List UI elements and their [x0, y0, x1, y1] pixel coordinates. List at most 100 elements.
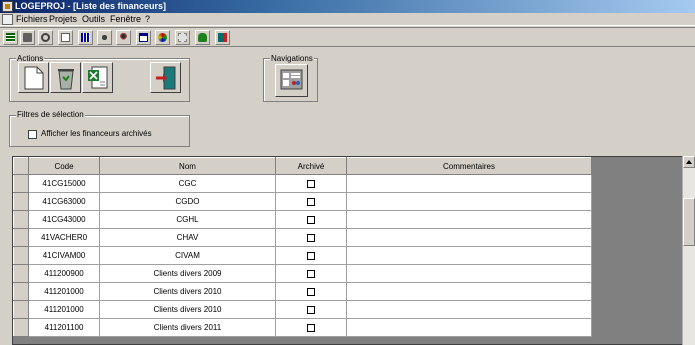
- table-row[interactable]: 41CG15000 CGC: [13, 174, 592, 193]
- cell-archive[interactable]: [275, 246, 347, 265]
- cell-nom[interactable]: CGC: [99, 174, 276, 193]
- cell-code[interactable]: 411201000: [28, 282, 100, 301]
- column-header-commentaires[interactable]: Commentaires: [346, 157, 592, 175]
- menu-outils[interactable]: Outils: [82, 14, 105, 25]
- exit-button[interactable]: [150, 62, 181, 93]
- table-row[interactable]: 41CG63000 CGDO: [13, 192, 592, 211]
- doc-icon[interactable]: [58, 30, 73, 45]
- row-selector[interactable]: [13, 300, 29, 319]
- document-menu-icon[interactable]: [2, 14, 13, 25]
- show-archived-checkbox[interactable]: [28, 130, 37, 139]
- cell-nom[interactable]: Clients divers 2010: [99, 300, 276, 319]
- cell-commentaires[interactable]: [346, 300, 592, 319]
- archive-checkbox[interactable]: [307, 287, 315, 296]
- cell-archive[interactable]: [275, 264, 347, 283]
- cell-nom[interactable]: CGDO: [99, 192, 276, 211]
- cell-code[interactable]: 41CG63000: [28, 192, 100, 211]
- column-header-archive[interactable]: Archivé: [275, 157, 347, 175]
- cell-archive[interactable]: [275, 210, 347, 229]
- gear-icon[interactable]: [38, 30, 53, 45]
- table-row[interactable]: 411201000 Clients divers 2010: [13, 300, 592, 319]
- menu-help[interactable]: ?: [145, 14, 150, 25]
- cell-commentaires[interactable]: [346, 192, 592, 211]
- menu-fichiers[interactable]: Fichiers: [16, 14, 48, 25]
- trash-icon: [58, 69, 74, 90]
- table-row[interactable]: 41VACHER0 CHAV: [13, 228, 592, 247]
- app-icon[interactable]: [2, 1, 13, 12]
- cell-nom[interactable]: CIVAM: [99, 246, 276, 265]
- book-icon[interactable]: [20, 30, 35, 45]
- cell-commentaires[interactable]: [346, 210, 592, 229]
- row-selector[interactable]: [13, 318, 29, 337]
- table-row[interactable]: 411201000 Clients divers 2010: [13, 282, 592, 301]
- cell-commentaires[interactable]: [346, 174, 592, 193]
- cell-nom[interactable]: Clients divers 2009: [99, 264, 276, 283]
- archive-checkbox[interactable]: [307, 323, 315, 332]
- row-selector[interactable]: [13, 174, 29, 193]
- cell-archive[interactable]: [275, 282, 347, 301]
- archive-checkbox[interactable]: [307, 233, 315, 242]
- cell-nom[interactable]: Clients divers 2011: [99, 318, 276, 337]
- archive-checkbox[interactable]: [307, 197, 315, 206]
- navigation-button[interactable]: [275, 64, 308, 97]
- cell-archive[interactable]: [275, 228, 347, 247]
- cell-nom[interactable]: Clients divers 2010: [99, 282, 276, 301]
- cell-code[interactable]: 41CG15000: [28, 174, 100, 193]
- row-selector[interactable]: [13, 228, 29, 247]
- new-button[interactable]: [18, 62, 49, 93]
- title-bar[interactable]: LOGEPROJ - [Liste des financeurs]: [0, 0, 695, 13]
- person-icon[interactable]: [116, 30, 131, 45]
- row-selector[interactable]: [13, 192, 29, 211]
- cell-commentaires[interactable]: [346, 246, 592, 265]
- archive-checkbox[interactable]: [307, 269, 315, 278]
- table-row[interactable]: 411201100 Clients divers 2011: [13, 318, 592, 337]
- archive-checkbox[interactable]: [307, 305, 315, 314]
- menu-fenetre[interactable]: Fenêtre: [110, 14, 141, 25]
- cell-code[interactable]: 41VACHER0: [28, 228, 100, 247]
- cell-nom[interactable]: CGHL: [99, 210, 276, 229]
- new-document-icon: [24, 66, 44, 90]
- archive-checkbox[interactable]: [307, 215, 315, 224]
- vertical-scrollbar[interactable]: [682, 156, 695, 345]
- recycle-icon[interactable]: [175, 30, 190, 45]
- cell-code[interactable]: 41CIVAM00: [28, 246, 100, 265]
- cell-archive[interactable]: [275, 300, 347, 319]
- cell-archive[interactable]: [275, 174, 347, 193]
- row-selector[interactable]: [13, 210, 29, 229]
- exit-icon[interactable]: [215, 30, 230, 45]
- row-selector[interactable]: [13, 282, 29, 301]
- delete-button[interactable]: [50, 62, 81, 93]
- calendar-icon[interactable]: [136, 30, 151, 45]
- grid-icon[interactable]: [78, 30, 93, 45]
- cell-archive[interactable]: [275, 192, 347, 211]
- cell-commentaires[interactable]: [346, 264, 592, 283]
- cell-commentaires[interactable]: [346, 318, 592, 337]
- cell-code[interactable]: 411200900: [28, 264, 100, 283]
- cell-commentaires[interactable]: [346, 228, 592, 247]
- column-header-code[interactable]: Code: [28, 157, 100, 175]
- cell-code[interactable]: 411201100: [28, 318, 100, 337]
- palette-icon[interactable]: [155, 30, 170, 45]
- cell-commentaires[interactable]: [346, 282, 592, 301]
- financeurs-table: Code Nom Archivé Commentaires 41CG15000 C…: [12, 156, 695, 345]
- cell-nom[interactable]: CHAV: [99, 228, 276, 247]
- excel-export-button[interactable]: [82, 62, 113, 93]
- exit-door-icon: [156, 66, 176, 90]
- table-row[interactable]: 411200900 Clients divers 2009: [13, 264, 592, 283]
- column-header-nom[interactable]: Nom: [99, 157, 276, 175]
- scroll-thumb[interactable]: [683, 198, 695, 246]
- table-row[interactable]: 41CG43000 CGHL: [13, 210, 592, 229]
- frog-icon[interactable]: [195, 30, 210, 45]
- archive-checkbox[interactable]: [307, 179, 315, 188]
- cell-code[interactable]: 41CG43000: [28, 210, 100, 229]
- list-icon[interactable]: [3, 30, 18, 45]
- row-selector[interactable]: [13, 246, 29, 265]
- people-icon[interactable]: [97, 30, 112, 45]
- archive-checkbox[interactable]: [307, 251, 315, 260]
- scroll-up-button[interactable]: [683, 156, 695, 168]
- row-selector[interactable]: [13, 264, 29, 283]
- menu-projets[interactable]: Projets: [49, 14, 77, 25]
- cell-archive[interactable]: [275, 318, 347, 337]
- table-row[interactable]: 41CIVAM00 CIVAM: [13, 246, 592, 265]
- cell-code[interactable]: 411201000: [28, 300, 100, 319]
